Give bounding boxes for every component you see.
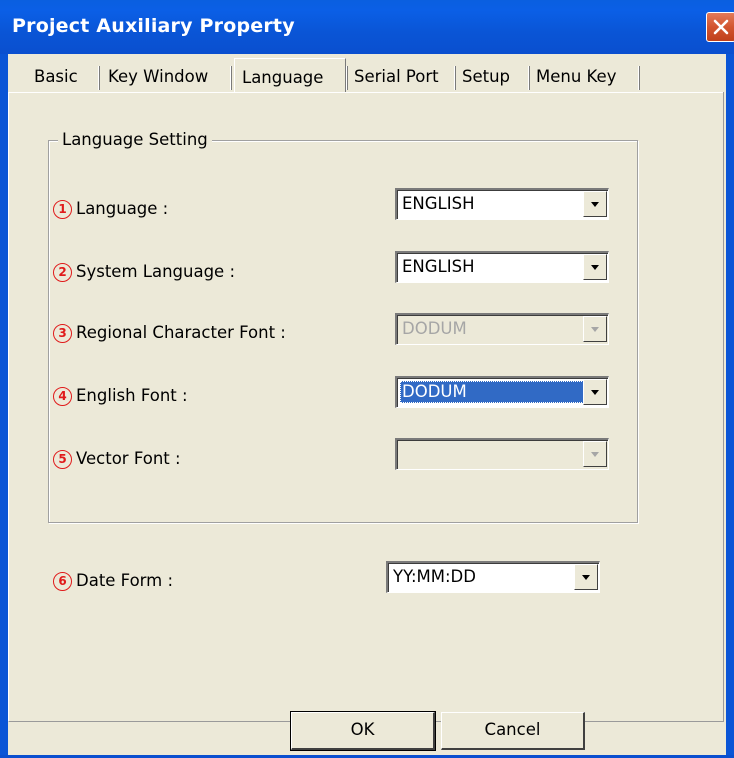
regional-character-font-dropdown-button [583,316,607,342]
chevron-down-icon [582,575,590,580]
tab-separator [638,66,640,90]
window-border-right [726,54,734,758]
chevron-down-icon [591,390,599,395]
english-font-select[interactable]: DODUM [395,376,609,408]
date-form-select-value: YY:MM:DD [393,567,476,586]
regional-character-font-label: Regional Character Font : [76,323,286,342]
close-button[interactable] [706,12,734,42]
system-language-dropdown-button[interactable] [583,254,607,280]
tab-separator [98,66,100,90]
vector-font-select [395,438,609,470]
english-font-dropdown-button[interactable] [583,379,607,405]
chevron-down-icon [591,452,599,457]
system-language-select-value: ENGLISH [402,257,475,276]
group-title: Language Setting [58,128,212,152]
vector-font-select-value [400,443,404,465]
badge-1: 1 [53,200,72,219]
date-form-select[interactable]: YY:MM:DD [386,561,600,593]
vector-font-dropdown-button [583,441,607,467]
language-select-value: ENGLISH [402,194,475,213]
badge-5: 5 [53,450,72,469]
english-font-label: English Font : [76,386,188,405]
title-bar[interactable]: Project Auxiliary Property [0,0,734,54]
tab-key-window[interactable]: Key Window [102,64,214,90]
language-select[interactable]: ENGLISH [395,188,609,220]
date-form-label: Date Form : [76,571,174,590]
dialog-window: Project Auxiliary Property Basic Key Win… [0,0,734,758]
window-border-left [0,54,8,758]
badge-6: 6 [53,572,72,591]
cancel-button[interactable]: Cancel [441,712,585,750]
tab-language[interactable]: Language [234,58,346,92]
chevron-down-icon [591,327,599,332]
chevron-down-icon [591,202,599,207]
language-dropdown-button[interactable] [583,191,607,217]
system-language-label: System Language : [76,262,236,281]
tab-separator [230,66,232,90]
ok-button[interactable]: OK [290,711,436,751]
badge-3: 3 [53,324,72,343]
chevron-down-icon [591,265,599,270]
tab-serial-port[interactable]: Serial Port [348,64,445,90]
badge-2: 2 [53,263,72,282]
english-font-select-value: DODUM [400,381,584,403]
regional-character-font-select: DODUM [395,313,609,345]
system-language-select[interactable]: ENGLISH [395,251,609,283]
close-icon [713,19,729,35]
tab-basic[interactable]: Basic [28,64,84,90]
regional-character-font-select-value: DODUM [402,319,467,338]
vector-font-label: Vector Font : [76,449,181,468]
tab-language-label: Language [242,68,324,87]
tab-setup[interactable]: Setup [456,64,516,90]
date-form-dropdown-button[interactable] [574,564,598,590]
badge-4: 4 [53,387,72,406]
dialog-client-area: Basic Key Window Language Serial Port Se… [8,54,726,758]
language-label: Language : [76,199,169,218]
window-title: Project Auxiliary Property [12,15,295,37]
tab-menu-key[interactable]: Menu Key [530,64,622,90]
